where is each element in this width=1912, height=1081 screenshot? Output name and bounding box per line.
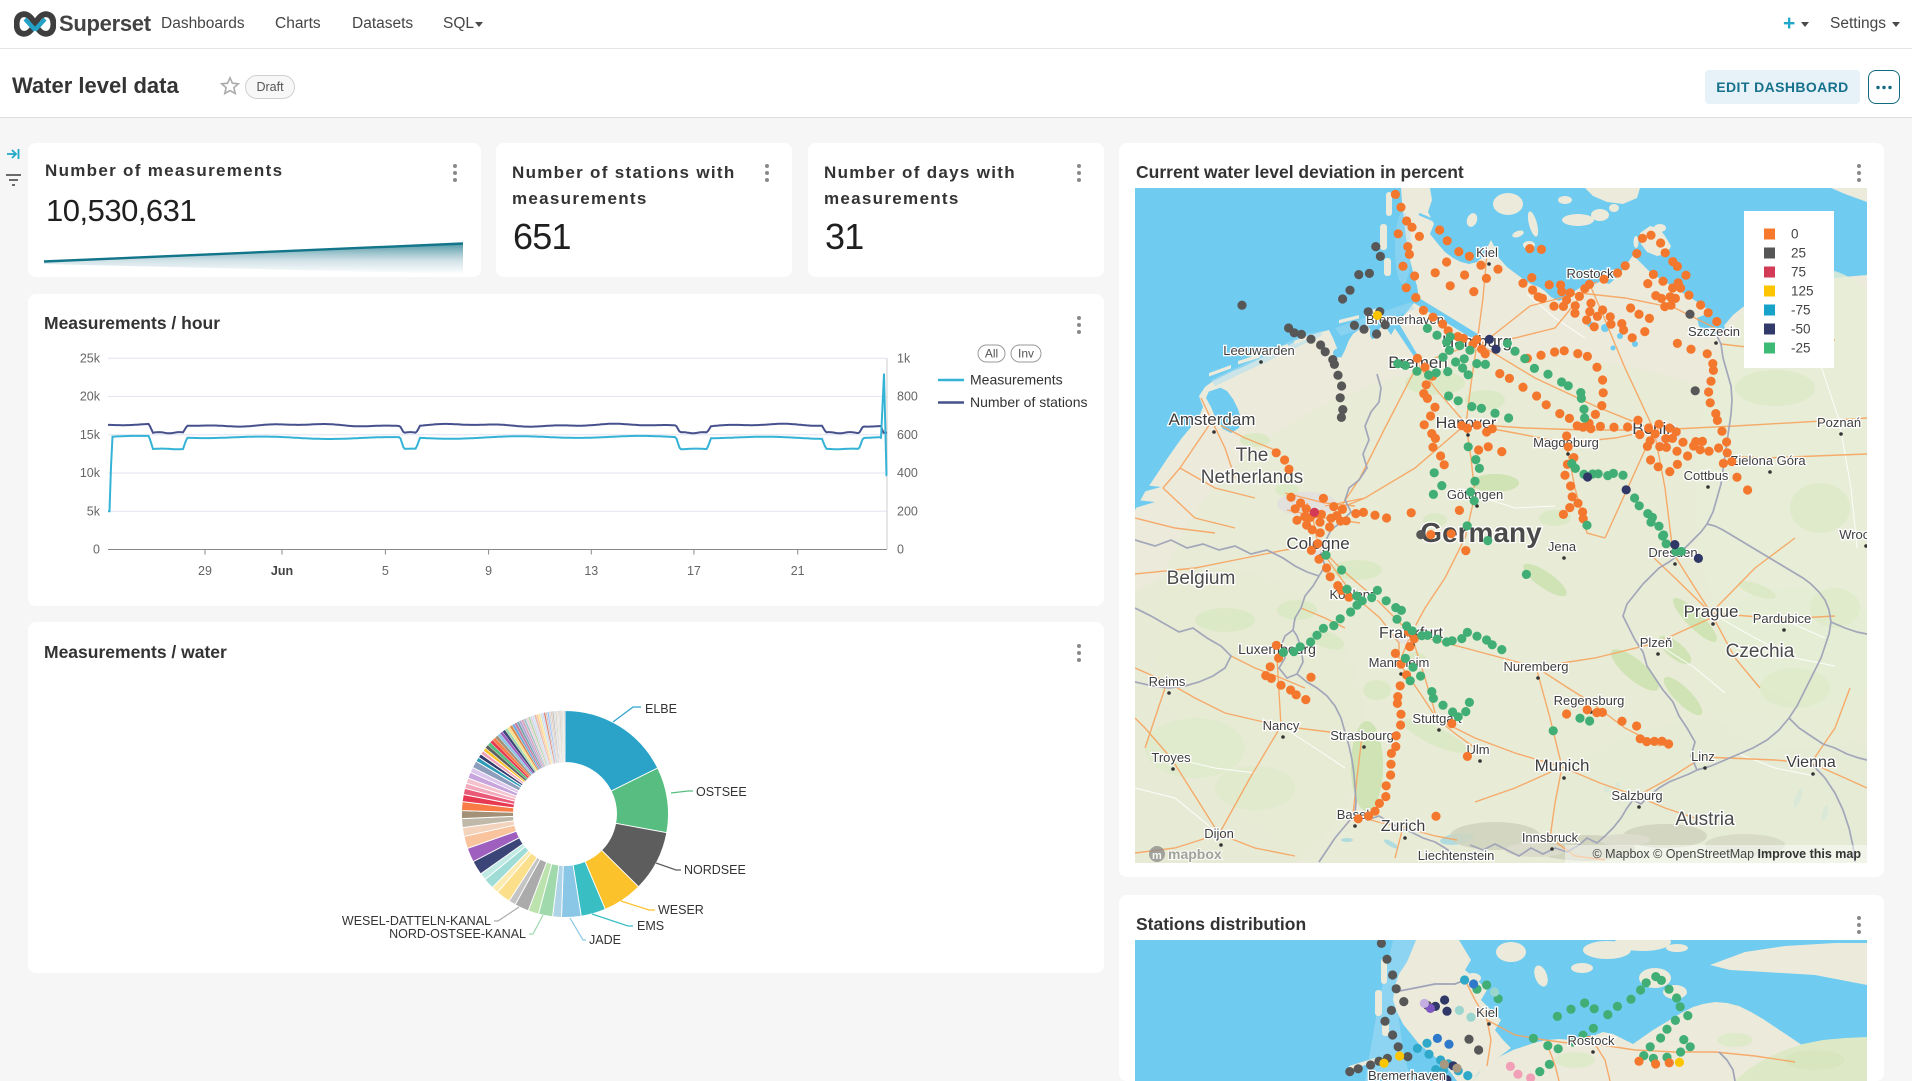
svg-text:17: 17 <box>687 564 701 578</box>
svg-text:NORDSEE: NORDSEE <box>684 863 746 877</box>
svg-text:m: m <box>1152 850 1162 862</box>
svg-text:29: 29 <box>198 564 212 578</box>
svg-text:Reims: Reims <box>1149 674 1186 689</box>
svg-text:Plzeň: Plzeň <box>1640 635 1673 650</box>
svg-text:Cottbus: Cottbus <box>1684 468 1729 483</box>
svg-text:The: The <box>1236 445 1269 466</box>
svg-text:Jun: Jun <box>271 564 293 578</box>
svg-text:Pardubice: Pardubice <box>1753 611 1812 626</box>
svg-text:NORD-OSTSEE-KANAL: NORD-OSTSEE-KANAL <box>389 927 526 941</box>
svg-text:Vienna: Vienna <box>1786 754 1836 771</box>
svg-text:9: 9 <box>485 564 492 578</box>
svg-text:Rostock: Rostock <box>1568 1033 1615 1048</box>
svg-text:400: 400 <box>897 466 918 480</box>
svg-text:0: 0 <box>93 543 100 557</box>
svg-text:Czechia: Czechia <box>1726 641 1795 662</box>
svg-text:-25: -25 <box>1791 341 1811 356</box>
svg-text:Austria: Austria <box>1675 809 1735 830</box>
svg-text:Nancy: Nancy <box>1263 718 1300 733</box>
svg-text:Nuremberg: Nuremberg <box>1503 659 1568 674</box>
svg-text:EMS: EMS <box>637 919 664 933</box>
svg-text:-50: -50 <box>1791 322 1811 337</box>
svg-text:WESER: WESER <box>658 903 704 917</box>
svg-text:Germany: Germany <box>1420 517 1542 548</box>
svg-text:Munich: Munich <box>1535 756 1590 775</box>
svg-text:Number of stations: Number of stations <box>970 394 1088 410</box>
svg-text:Measurements: Measurements <box>970 372 1063 388</box>
svg-text:Strasbourg: Strasbourg <box>1330 728 1394 743</box>
svg-text:Linz: Linz <box>1691 749 1715 764</box>
svg-text:© Mapbox © OpenStreetMap Impro: © Mapbox © OpenStreetMap Improve this ma… <box>1592 847 1861 861</box>
svg-text:75: 75 <box>1791 265 1806 280</box>
svg-text:Inv: Inv <box>1018 347 1034 361</box>
svg-text:10k: 10k <box>80 466 101 480</box>
svg-text:5k: 5k <box>87 504 101 518</box>
svg-text:Amsterdam: Amsterdam <box>1169 410 1256 429</box>
svg-text:ELBE: ELBE <box>645 702 677 716</box>
svg-text:Zielona Góra: Zielona Góra <box>1730 453 1806 468</box>
svg-text:5: 5 <box>382 564 389 578</box>
svg-text:600: 600 <box>897 428 918 442</box>
svg-text:Prague: Prague <box>1684 602 1739 621</box>
svg-text:20k: 20k <box>80 390 101 404</box>
svg-text:Kiel: Kiel <box>1476 245 1498 260</box>
svg-text:1k: 1k <box>897 351 911 365</box>
svg-text:Leeuwarden: Leeuwarden <box>1223 343 1295 358</box>
svg-text:-75: -75 <box>1791 303 1811 318</box>
svg-text:JADE: JADE <box>589 933 621 947</box>
svg-text:200: 200 <box>897 504 918 518</box>
svg-text:0: 0 <box>897 543 904 557</box>
svg-text:Szczecin: Szczecin <box>1688 324 1740 339</box>
svg-text:WESEL-DATTELN-KANAL: WESEL-DATTELN-KANAL <box>342 914 491 928</box>
svg-text:125: 125 <box>1791 284 1814 299</box>
svg-text:Belgium: Belgium <box>1167 568 1236 589</box>
svg-text:Liechtenstein: Liechtenstein <box>1418 848 1495 863</box>
svg-text:Poznań: Poznań <box>1817 415 1861 430</box>
svg-text:All: All <box>985 347 998 361</box>
svg-text:Troyes: Troyes <box>1151 750 1191 765</box>
svg-text:800: 800 <box>897 390 918 404</box>
svg-text:15k: 15k <box>80 428 101 442</box>
svg-text:25: 25 <box>1791 246 1806 261</box>
svg-text:0: 0 <box>1791 227 1799 242</box>
svg-text:Salzburg: Salzburg <box>1611 788 1662 803</box>
svg-text:Bremerhaven: Bremerhaven <box>1368 1068 1446 1081</box>
svg-text:21: 21 <box>791 564 805 578</box>
svg-text:Zurich: Zurich <box>1381 818 1425 835</box>
svg-text:Jena: Jena <box>1548 539 1577 554</box>
svg-text:Innsbruck: Innsbruck <box>1522 830 1579 845</box>
svg-text:25k: 25k <box>80 351 101 365</box>
svg-text:Dijon: Dijon <box>1204 826 1234 841</box>
svg-text:13: 13 <box>584 564 598 578</box>
svg-text:mapbox: mapbox <box>1168 846 1222 862</box>
svg-text:Kiel: Kiel <box>1476 1005 1498 1020</box>
svg-text:OSTSEE: OSTSEE <box>696 785 747 799</box>
svg-text:Wrocław: Wrocław <box>1839 527 1867 542</box>
